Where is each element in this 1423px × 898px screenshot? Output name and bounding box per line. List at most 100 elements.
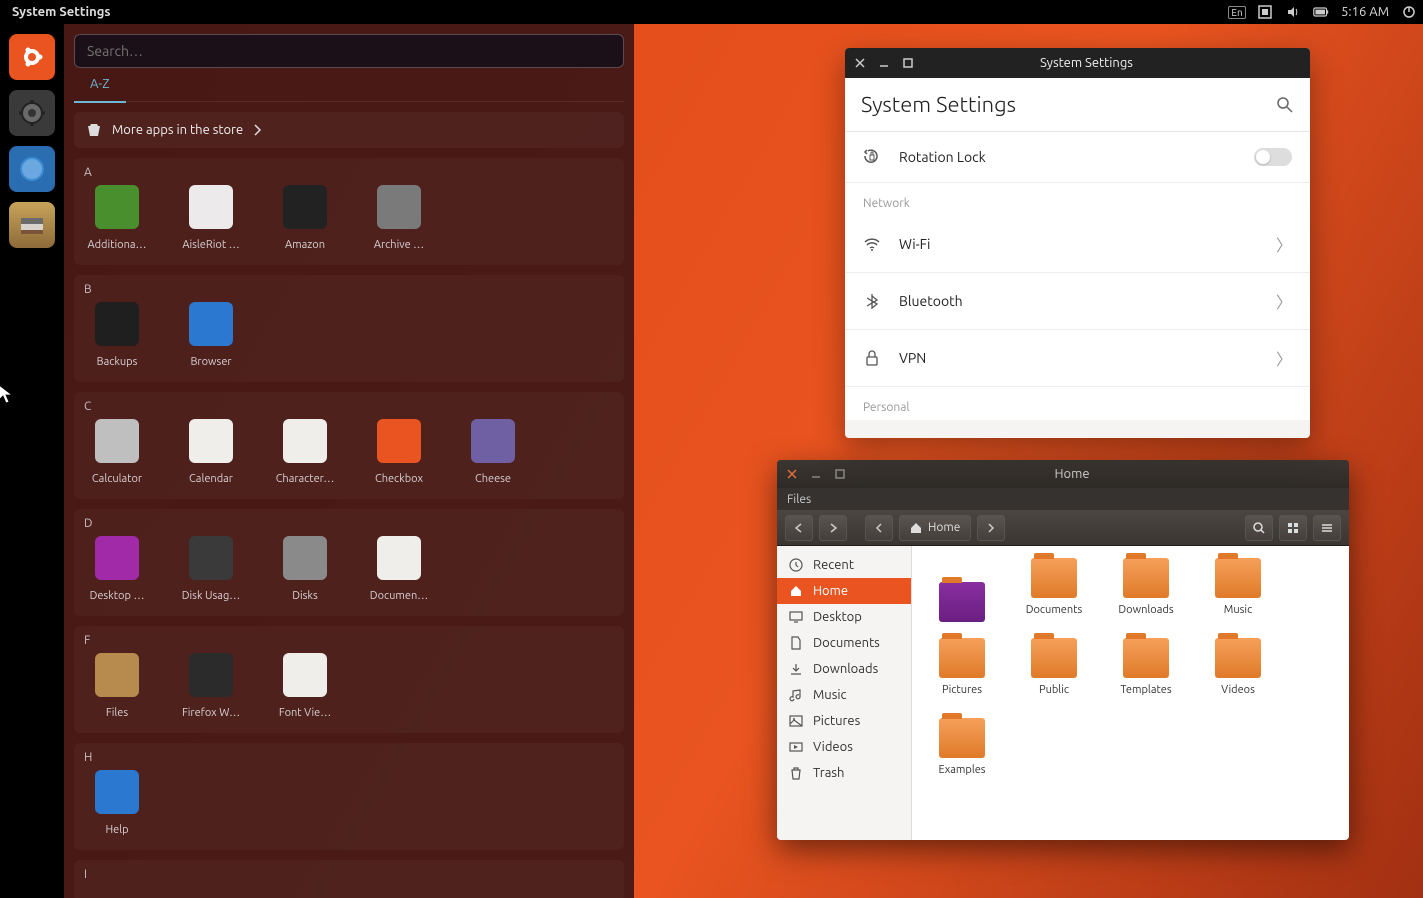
app-launcher-item[interactable]: Documen… xyxy=(366,536,432,602)
app-name: Disk Usag… xyxy=(182,590,241,602)
search-icon[interactable] xyxy=(1276,96,1294,114)
close-icon[interactable] xyxy=(787,469,797,479)
sidebar-item-desktop[interactable]: Desktop xyxy=(777,604,911,630)
folder-icon xyxy=(939,638,985,678)
rotation-lock-toggle[interactable] xyxy=(1254,148,1292,166)
folder-item[interactable]: Videos xyxy=(1206,638,1270,696)
folder-name: Examples xyxy=(938,764,985,776)
chevron-right-icon: 〉 xyxy=(1276,346,1292,370)
app-name: Desktop … xyxy=(90,590,145,602)
app-launcher-item[interactable]: Desktop … xyxy=(84,536,150,602)
app-launcher-item[interactable]: Amazon xyxy=(272,185,338,251)
minimize-icon[interactable] xyxy=(879,58,889,68)
sidebar-item-downloads[interactable]: Downloads xyxy=(777,656,911,682)
folder-item[interactable]: Documents xyxy=(1022,558,1086,616)
folder-name: Public xyxy=(1039,684,1069,696)
battery-icon[interactable] xyxy=(1313,4,1329,20)
sidebar-item-music[interactable]: Music xyxy=(777,682,911,708)
files-titlebar[interactable]: Home xyxy=(777,460,1349,488)
clock-icon xyxy=(789,558,803,572)
folder-item[interactable]: Templates xyxy=(1114,638,1178,696)
app-launcher-item[interactable]: Help xyxy=(84,770,150,836)
app-launcher-item[interactable]: Browser xyxy=(178,302,244,368)
folder-icon xyxy=(939,718,985,758)
system-settings-window: System Settings System Settings Rotation… xyxy=(845,48,1310,438)
app-launcher-item[interactable]: Firefox W… xyxy=(178,653,244,719)
top-panel-clock[interactable]: 5:16 AM xyxy=(1341,5,1389,19)
search-button[interactable] xyxy=(1245,515,1273,541)
path-next-button[interactable] xyxy=(977,515,1005,541)
app-launcher-item[interactable]: Disk Usag… xyxy=(178,536,244,602)
power-icon[interactable] xyxy=(1401,4,1417,20)
files-title: Home xyxy=(859,467,1285,481)
folder-item[interactable]: Examples xyxy=(930,718,994,776)
rotation-lock-label: Rotation Lock xyxy=(899,149,986,165)
wifi-row[interactable]: Wi-Fi 〉 xyxy=(845,216,1310,273)
app-name: Checkbox xyxy=(375,473,423,485)
menu-button[interactable] xyxy=(1313,515,1341,541)
app-launcher-item[interactable]: Character… xyxy=(272,419,338,485)
launcher-settings-icon[interactable] xyxy=(9,90,55,136)
folder-item[interactable]: Desktop xyxy=(930,558,994,616)
app-launcher-item[interactable]: Backups xyxy=(84,302,150,368)
forward-button[interactable] xyxy=(819,515,847,541)
dash-group-b: BBackupsBrowser xyxy=(74,275,624,382)
launcher-home-icon[interactable] xyxy=(9,34,55,80)
app-launcher-item[interactable]: Font Vie… xyxy=(272,653,338,719)
settings-titlebar[interactable]: System Settings xyxy=(845,48,1310,78)
app-icon xyxy=(283,419,327,463)
rotation-lock-icon xyxy=(863,148,881,166)
group-letter: D xyxy=(84,517,614,530)
vpn-row[interactable]: VPN 〉 xyxy=(845,330,1310,387)
keyboard-layout-indicator[interactable]: En xyxy=(1229,4,1245,20)
folder-item[interactable]: Music xyxy=(1206,558,1270,616)
files-menubar[interactable]: Files xyxy=(777,488,1349,510)
rotation-lock-row[interactable]: Rotation Lock xyxy=(845,132,1310,183)
tray-square-icon[interactable] xyxy=(1257,4,1273,20)
breadcrumb-home[interactable]: Home xyxy=(899,515,971,541)
close-icon[interactable] xyxy=(855,58,865,68)
volume-icon[interactable] xyxy=(1285,4,1301,20)
app-icon xyxy=(95,185,139,229)
app-name: Disks xyxy=(292,590,318,602)
app-name: Calculator xyxy=(92,473,142,485)
app-launcher-item[interactable]: Files xyxy=(84,653,150,719)
dash-group-c: CCalculatorCalendarCharacter…CheckboxChe… xyxy=(74,392,624,499)
app-launcher-item[interactable]: Calendar xyxy=(178,419,244,485)
launcher-files-icon[interactable] xyxy=(9,202,55,248)
app-icon xyxy=(283,536,327,580)
minimize-icon[interactable] xyxy=(811,469,821,479)
folder-item[interactable]: Public xyxy=(1022,638,1086,696)
app-launcher-item[interactable]: Cheese xyxy=(460,419,526,485)
tab-az[interactable]: A-Z xyxy=(74,71,126,103)
sidebar-item-pictures[interactable]: Pictures xyxy=(777,708,911,734)
folder-item[interactable]: Downloads xyxy=(1114,558,1178,616)
bluetooth-row[interactable]: Bluetooth 〉 xyxy=(845,273,1310,330)
app-launcher-item[interactable]: Additiona… xyxy=(84,185,150,251)
back-button[interactable] xyxy=(785,515,813,541)
view-mode-button[interactable] xyxy=(1279,515,1307,541)
sidebar-item-label: Recent xyxy=(813,558,854,572)
app-launcher-item[interactable]: Checkbox xyxy=(366,419,432,485)
path-prev-button[interactable] xyxy=(865,515,893,541)
sidebar-item-recent[interactable]: Recent xyxy=(777,552,911,578)
more-apps-store-link[interactable]: More apps in the store xyxy=(74,112,624,148)
app-launcher-item[interactable]: AisleRiot … xyxy=(178,185,244,251)
app-launcher-item[interactable]: Archive … xyxy=(366,185,432,251)
maximize-icon[interactable] xyxy=(903,58,913,68)
maximize-icon[interactable] xyxy=(835,469,845,479)
sidebar-item-videos[interactable]: Videos xyxy=(777,734,911,760)
app-launcher-item[interactable]: Disks xyxy=(272,536,338,602)
search-input[interactable] xyxy=(74,34,624,68)
folder-icon xyxy=(1215,558,1261,598)
sidebar-item-trash[interactable]: Trash xyxy=(777,760,911,786)
folder-item[interactable]: Pictures xyxy=(930,638,994,696)
dash-applications: A-Z More apps in the store AAdditiona…Ai… xyxy=(64,24,634,898)
launcher-browser-icon[interactable] xyxy=(9,146,55,192)
top-panel: System Settings En 5:16 AM xyxy=(0,0,1423,24)
sidebar-item-home[interactable]: Home xyxy=(777,578,911,604)
sidebar-item-documents[interactable]: Documents xyxy=(777,630,911,656)
bluetooth-icon xyxy=(863,292,881,310)
app-launcher-item[interactable]: Calculator xyxy=(84,419,150,485)
app-icon xyxy=(283,185,327,229)
